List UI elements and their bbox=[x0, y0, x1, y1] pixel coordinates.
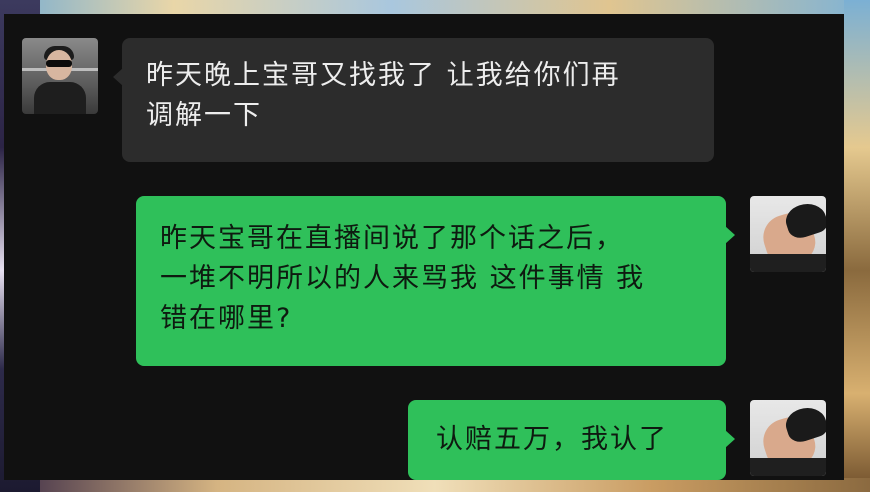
contact-avatar[interactable] bbox=[22, 38, 98, 114]
chat-panel: 昨天晚上宝哥又找我了 让我给你们再 调解一下 昨天宝哥在直播间说了那个话之后， … bbox=[4, 14, 844, 480]
incoming-message-bubble[interactable]: 昨天晚上宝哥又找我了 让我给你们再 调解一下 bbox=[113, 38, 714, 162]
sunglasses-icon bbox=[46, 60, 72, 67]
message-line: 昨天晚上宝哥又找我了 让我给你们再 bbox=[146, 60, 621, 91]
message-line: 昨天宝哥在直播间说了那个话之后， bbox=[160, 223, 624, 254]
background-right bbox=[844, 0, 870, 492]
message-line: 认赔五万，我认了 bbox=[436, 424, 668, 455]
message-line: 一堆不明所以的人来骂我 这件事情 我 bbox=[160, 263, 646, 294]
background-bottom bbox=[0, 478, 870, 492]
video-frame: 昨天晚上宝哥又找我了 让我给你们再 调解一下 昨天宝哥在直播间说了那个话之后， … bbox=[0, 0, 870, 492]
outgoing-message-bubble[interactable]: 认赔五万，我认了 bbox=[408, 400, 735, 480]
message-line: 调解一下 bbox=[146, 100, 262, 131]
message-line: 错在哪里? bbox=[160, 303, 293, 334]
self-avatar[interactable] bbox=[750, 400, 826, 476]
outgoing-message-bubble[interactable]: 昨天宝哥在直播间说了那个话之后， 一堆不明所以的人来骂我 这件事情 我 错在哪里… bbox=[136, 196, 735, 366]
self-avatar[interactable] bbox=[750, 196, 826, 272]
